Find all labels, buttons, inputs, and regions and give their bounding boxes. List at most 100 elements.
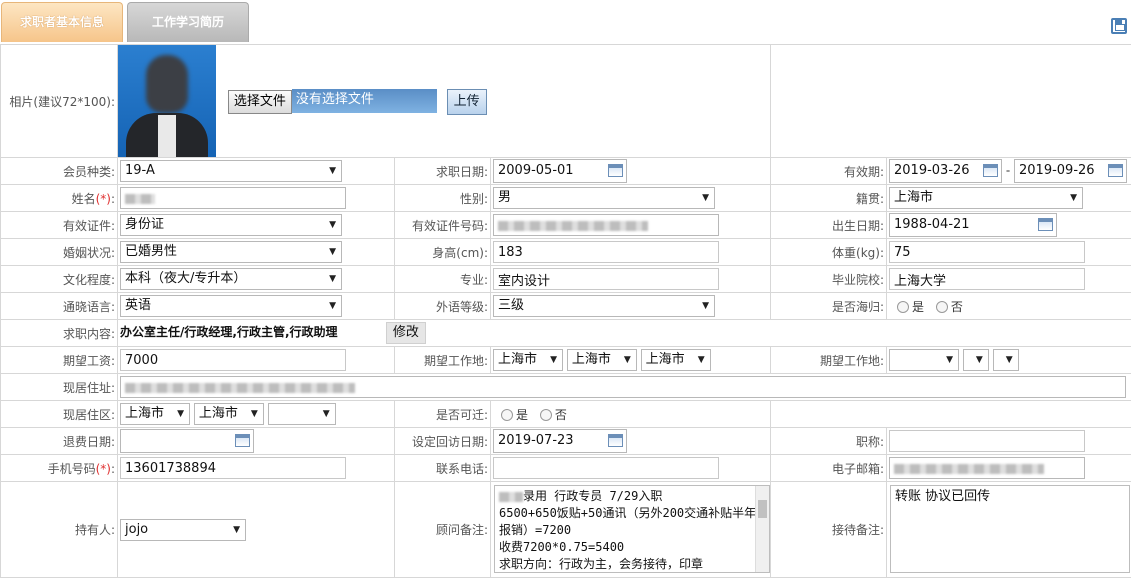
relocate-label: 是否可迁:: [394, 400, 491, 428]
email-input[interactable]: [889, 457, 1086, 479]
valid-period-label: 有效期:: [770, 157, 888, 185]
calendar-icon[interactable]: [608, 164, 623, 177]
choose-file-button[interactable]: 选择文件: [227, 89, 292, 114]
language-select[interactable]: 英语 ▼: [120, 295, 342, 317]
calendar-icon[interactable]: [1038, 218, 1054, 231]
redacted-note-name: [499, 491, 523, 502]
holder-label: 持有人:: [0, 481, 118, 578]
education-select[interactable]: 本科（夜大/专升本） ▼: [120, 268, 342, 290]
phone-label: 联系电话:: [394, 454, 491, 482]
work-place2-select-1[interactable]: ▼: [889, 349, 960, 371]
visit-date-input[interactable]: 2019-07-23: [493, 429, 627, 453]
file-name-display: 没有选择文件: [291, 89, 437, 113]
photo-cell: 选择文件 没有选择文件 上传: [116, 44, 772, 158]
save-icon[interactable]: [1111, 18, 1127, 34]
relocate-no-radio[interactable]: [539, 409, 552, 421]
reception-note-textarea[interactable]: 转账 协议已回传: [890, 485, 1131, 573]
native-place-label: 籍贯:: [770, 184, 888, 212]
address-label: 现居住址:: [0, 373, 118, 401]
visit-date-label: 设定回访日期:: [394, 427, 491, 455]
work-place2-select-3[interactable]: ▼: [992, 349, 1019, 371]
work-place-2-label: 期望工作地:: [770, 346, 888, 374]
school-input[interactable]: [889, 268, 1086, 290]
id-number-input[interactable]: [493, 214, 719, 236]
marital-label: 婚姻状况:: [0, 238, 118, 266]
work-place-select-2[interactable]: 上海市 ▼: [566, 349, 637, 371]
calendar-icon[interactable]: [608, 434, 623, 447]
tab-basic-info[interactable]: 求职者基本信息: [1, 2, 123, 42]
modify-button[interactable]: 修改: [385, 322, 426, 344]
relocate-yes-radio[interactable]: [501, 409, 513, 421]
apply-date-input[interactable]: 2009-05-01: [493, 159, 627, 183]
id-number-label: 有效证件号码:: [394, 211, 491, 239]
mobile-label: 手机号码(*):: [0, 454, 118, 482]
job-intent-value: 办公室主任/行政经理,行政主管,行政助理: [120, 325, 338, 339]
calendar-icon[interactable]: [983, 164, 999, 177]
member-type-select[interactable]: 19-A ▼: [120, 160, 342, 182]
birth-date-label: 出生日期:: [770, 211, 888, 239]
mobile-input[interactable]: [120, 457, 346, 479]
email-label: 电子邮箱:: [770, 454, 888, 482]
refund-date-input[interactable]: [120, 429, 254, 453]
phone-input[interactable]: [493, 457, 719, 479]
district-label: 现居住区:: [0, 400, 118, 428]
major-input[interactable]: [493, 268, 719, 290]
work-place-label: 期望工作地:: [394, 346, 491, 374]
redacted-email: [894, 463, 1045, 474]
upload-button[interactable]: 上传: [446, 88, 487, 115]
returnee-no-radio[interactable]: [935, 301, 948, 313]
work-place-select-1[interactable]: 上海市 ▼: [493, 349, 563, 371]
applicant-photo: [118, 45, 216, 157]
work-place-select-3[interactable]: 上海市 ▼: [640, 349, 711, 371]
gender-label: 性别:: [394, 184, 491, 212]
holder-select[interactable]: jojo ▼: [120, 518, 246, 541]
name-input[interactable]: [120, 187, 346, 209]
returnee-label: 是否海归:: [770, 292, 888, 320]
salary-input[interactable]: [120, 349, 346, 371]
consultant-note-textarea[interactable]: 录用 行政专员 7/29入职 6500+650饭贴+50通讯（另外200交通补贴…: [494, 485, 770, 573]
returnee-yes-radio[interactable]: [897, 301, 910, 313]
photo-label: 相片(建议72*100):: [0, 44, 118, 158]
salary-label: 期望工资:: [0, 346, 118, 374]
district-select-3[interactable]: ▼: [267, 403, 336, 425]
job-title-input[interactable]: [889, 430, 1086, 452]
note-scrollbar[interactable]: [755, 486, 769, 572]
district-select-2[interactable]: 上海市 ▼: [193, 403, 264, 425]
applicant-form: 相片(建议72*100): 选择文件 没有选择文件 上传 会员种类: 19-A ▼ …: [0, 44, 1131, 578]
address-input[interactable]: [120, 376, 1126, 398]
height-input[interactable]: [493, 241, 719, 263]
foreign-level-select[interactable]: 三级 ▼: [493, 295, 715, 317]
member-type-label: 会员种类:: [0, 157, 118, 185]
tab-work-study-resume[interactable]: 工作学习简历: [127, 2, 249, 42]
consultant-note-label: 顾问备注:: [394, 481, 491, 578]
school-label: 毕业院校:: [770, 265, 888, 293]
weight-label: 体重(kg):: [770, 238, 888, 266]
redacted-name: [125, 193, 155, 204]
calendar-icon[interactable]: [1108, 164, 1124, 177]
redacted-id: [498, 220, 648, 231]
valid-from-input[interactable]: 2019-03-26: [889, 159, 1003, 183]
apply-date-label: 求职日期:: [394, 157, 491, 185]
district-select-1[interactable]: 上海市 ▼: [120, 403, 190, 425]
redacted-address: [125, 382, 355, 393]
weight-input[interactable]: [889, 241, 1086, 263]
job-title-label: 职称:: [770, 427, 888, 455]
valid-to-input[interactable]: 2019-09-26: [1014, 159, 1128, 183]
id-type-select[interactable]: 身份证 ▼: [120, 214, 342, 236]
work-place2-select-2[interactable]: ▼: [962, 349, 989, 371]
gender-select[interactable]: 男 ▼: [493, 187, 715, 209]
calendar-icon[interactable]: [235, 434, 250, 447]
tab-bar: 求职者基本信息 工作学习简历: [0, 0, 1131, 44]
marital-select[interactable]: 已婚男性 ▼: [120, 241, 342, 263]
reception-note-label: 接待备注:: [770, 481, 888, 578]
height-label: 身高(cm):: [394, 238, 491, 266]
job-intent-label: 求职内容:: [0, 319, 118, 347]
language-label: 通晓语言:: [0, 292, 118, 320]
id-type-label: 有效证件:: [0, 211, 118, 239]
name-label: 姓名(*):: [0, 184, 118, 212]
major-label: 专业:: [394, 265, 491, 293]
birth-date-input[interactable]: 1988-04-21: [889, 213, 1058, 237]
foreign-level-label: 外语等级:: [394, 292, 491, 320]
education-label: 文化程度:: [0, 265, 118, 293]
native-place-select[interactable]: 上海市 ▼: [889, 187, 1084, 209]
